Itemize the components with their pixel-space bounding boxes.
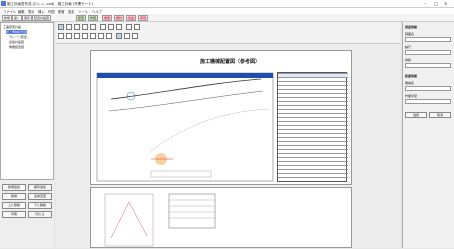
table-row: [278, 93, 348, 97]
table-row: [278, 149, 348, 153]
text-icon[interactable]: [90, 24, 96, 30]
table-row: [278, 81, 348, 85]
grid-icon[interactable]: [116, 33, 122, 39]
copy-add-button[interactable]: 複写追加: [28, 184, 52, 191]
circle-icon[interactable]: [82, 24, 88, 30]
table-row: [278, 177, 348, 181]
select-icon[interactable]: [58, 24, 64, 30]
rect-icon[interactable]: [74, 24, 80, 30]
tree-item[interactable]: 仮設計画図: [9, 40, 24, 44]
snap-icon[interactable]: [124, 33, 130, 39]
copy-icon[interactable]: [108, 24, 114, 30]
cancel-button[interactable]: 取消: [429, 112, 451, 118]
sheet-title: 施工機械配置図（参考図）: [200, 59, 261, 65]
table-row: [278, 97, 348, 101]
add-new-button[interactable]: 新規追加: [2, 184, 26, 191]
second-sheet[interactable]: [90, 187, 352, 248]
move-up-button[interactable]: 上に移動: [2, 202, 26, 209]
table-row: [278, 145, 348, 149]
command-bar: 新規 開く 保存 配置計画図 配置 作図 重機 機材 仮設 車両: [0, 14, 454, 22]
table-row: [278, 153, 348, 157]
equipment-button[interactable]: 機材: [114, 15, 125, 21]
table-row: [278, 117, 348, 121]
hatch-icon[interactable]: [90, 33, 96, 39]
draw-button[interactable]: 作図: [88, 15, 99, 21]
drawing-toolbar: [56, 22, 400, 44]
close-panel-button[interactable]: 閉じる: [28, 211, 52, 218]
rotate-icon[interactable]: [116, 24, 122, 30]
property-panel: 図面情報 図面名 縮尺 用紙 配置情報 機械名 作業半径 適用 取消: [402, 22, 454, 248]
machine-name-label: 機械名: [405, 81, 415, 85]
table-header: [278, 73, 348, 77]
tree-actions: 新規追加 複写追加 削除 名前変更 上に移動 下に移動 印刷 閉じる: [0, 180, 54, 248]
minimize-icon[interactable]: –: [424, 1, 426, 6]
table-row: [278, 133, 348, 137]
drawing-tree: 工事配置計画 施工機械配置図 クレーン配置 仮設計画図 重機配置図: [0, 22, 54, 180]
rename-button[interactable]: 名前変更: [28, 193, 52, 200]
undo-icon[interactable]: [58, 33, 64, 39]
open-button[interactable]: 開く: [12, 15, 23, 21]
zoom-out-icon[interactable]: [134, 24, 140, 30]
paper-label: 用紙: [405, 58, 412, 62]
table-row: [278, 105, 348, 109]
tree-item[interactable]: クレーン配置: [9, 35, 27, 39]
paper-field[interactable]: [405, 63, 451, 68]
layer-icon[interactable]: [74, 33, 80, 39]
drawing-info-heading: 図面情報: [405, 25, 418, 29]
table-row: [278, 141, 348, 145]
radius-label: 作業半径: [405, 94, 418, 98]
delete-button[interactable]: 削除: [2, 193, 26, 200]
table-row: [278, 85, 348, 89]
table-row: [278, 137, 348, 141]
maximize-icon[interactable]: □: [434, 1, 438, 6]
layout-info-heading: 配置情報: [405, 74, 418, 78]
machine-table: [277, 72, 348, 182]
redo-icon[interactable]: [66, 33, 72, 39]
line-icon[interactable]: [66, 24, 72, 30]
layout-plan-button[interactable]: 配置計画図: [32, 15, 52, 21]
scale-field[interactable]: [405, 50, 451, 55]
vehicle-button[interactable]: 車両: [138, 15, 149, 21]
heavy-machine-button[interactable]: 重機: [102, 15, 113, 21]
table-row: [278, 101, 348, 105]
window-title: 施工計画書作成 [C:\...\...cad] - 施工計画 (作業モード): [7, 2, 94, 6]
close-icon[interactable]: ✕: [444, 1, 447, 6]
table-row: [278, 129, 348, 133]
print-button[interactable]: 印刷: [2, 211, 26, 218]
apply-button[interactable]: 適用: [405, 112, 427, 118]
table-row: [278, 77, 348, 81]
table-row: [278, 109, 348, 113]
radius-field[interactable]: [405, 99, 451, 104]
truck-icon[interactable]: [106, 33, 112, 39]
table-row: [278, 173, 348, 177]
tree-item[interactable]: 重機配置図: [9, 45, 24, 49]
dimension-icon[interactable]: [82, 33, 88, 39]
machine-name-field[interactable]: [405, 86, 451, 91]
ortho-icon[interactable]: [132, 33, 138, 39]
scale-label: 縮尺: [405, 45, 412, 49]
table-row: [278, 113, 348, 117]
drawing-name-label: 図面名: [405, 32, 415, 36]
save-button[interactable]: 保存: [22, 15, 33, 21]
table-row: [278, 165, 348, 169]
move-down-button[interactable]: 下に移動: [28, 202, 52, 209]
drawing-name-field[interactable]: [405, 37, 451, 42]
app-icon: [1, 1, 6, 6]
new-button[interactable]: 新規: [2, 15, 13, 21]
move-icon[interactable]: [100, 24, 106, 30]
table-row: [278, 125, 348, 129]
table-row: [278, 89, 348, 93]
table-row: [278, 121, 348, 125]
tree-item-root[interactable]: 工事配置計画: [3, 25, 21, 29]
table-row: [278, 161, 348, 165]
place-button[interactable]: 配置: [76, 15, 87, 21]
title-bar: 施工計画書作成 [C:\...\...cad] - 施工計画 (作業モード) –…: [0, 0, 454, 8]
temporary-button[interactable]: 仮設: [126, 15, 137, 21]
table-row: [278, 157, 348, 161]
tree-item-selected[interactable]: 施工機械配置図: [6, 30, 28, 34]
zoom-in-icon[interactable]: [126, 24, 132, 30]
crane-icon[interactable]: [98, 33, 104, 39]
table-row: [278, 169, 348, 173]
detail-drawing: [104, 193, 216, 247]
